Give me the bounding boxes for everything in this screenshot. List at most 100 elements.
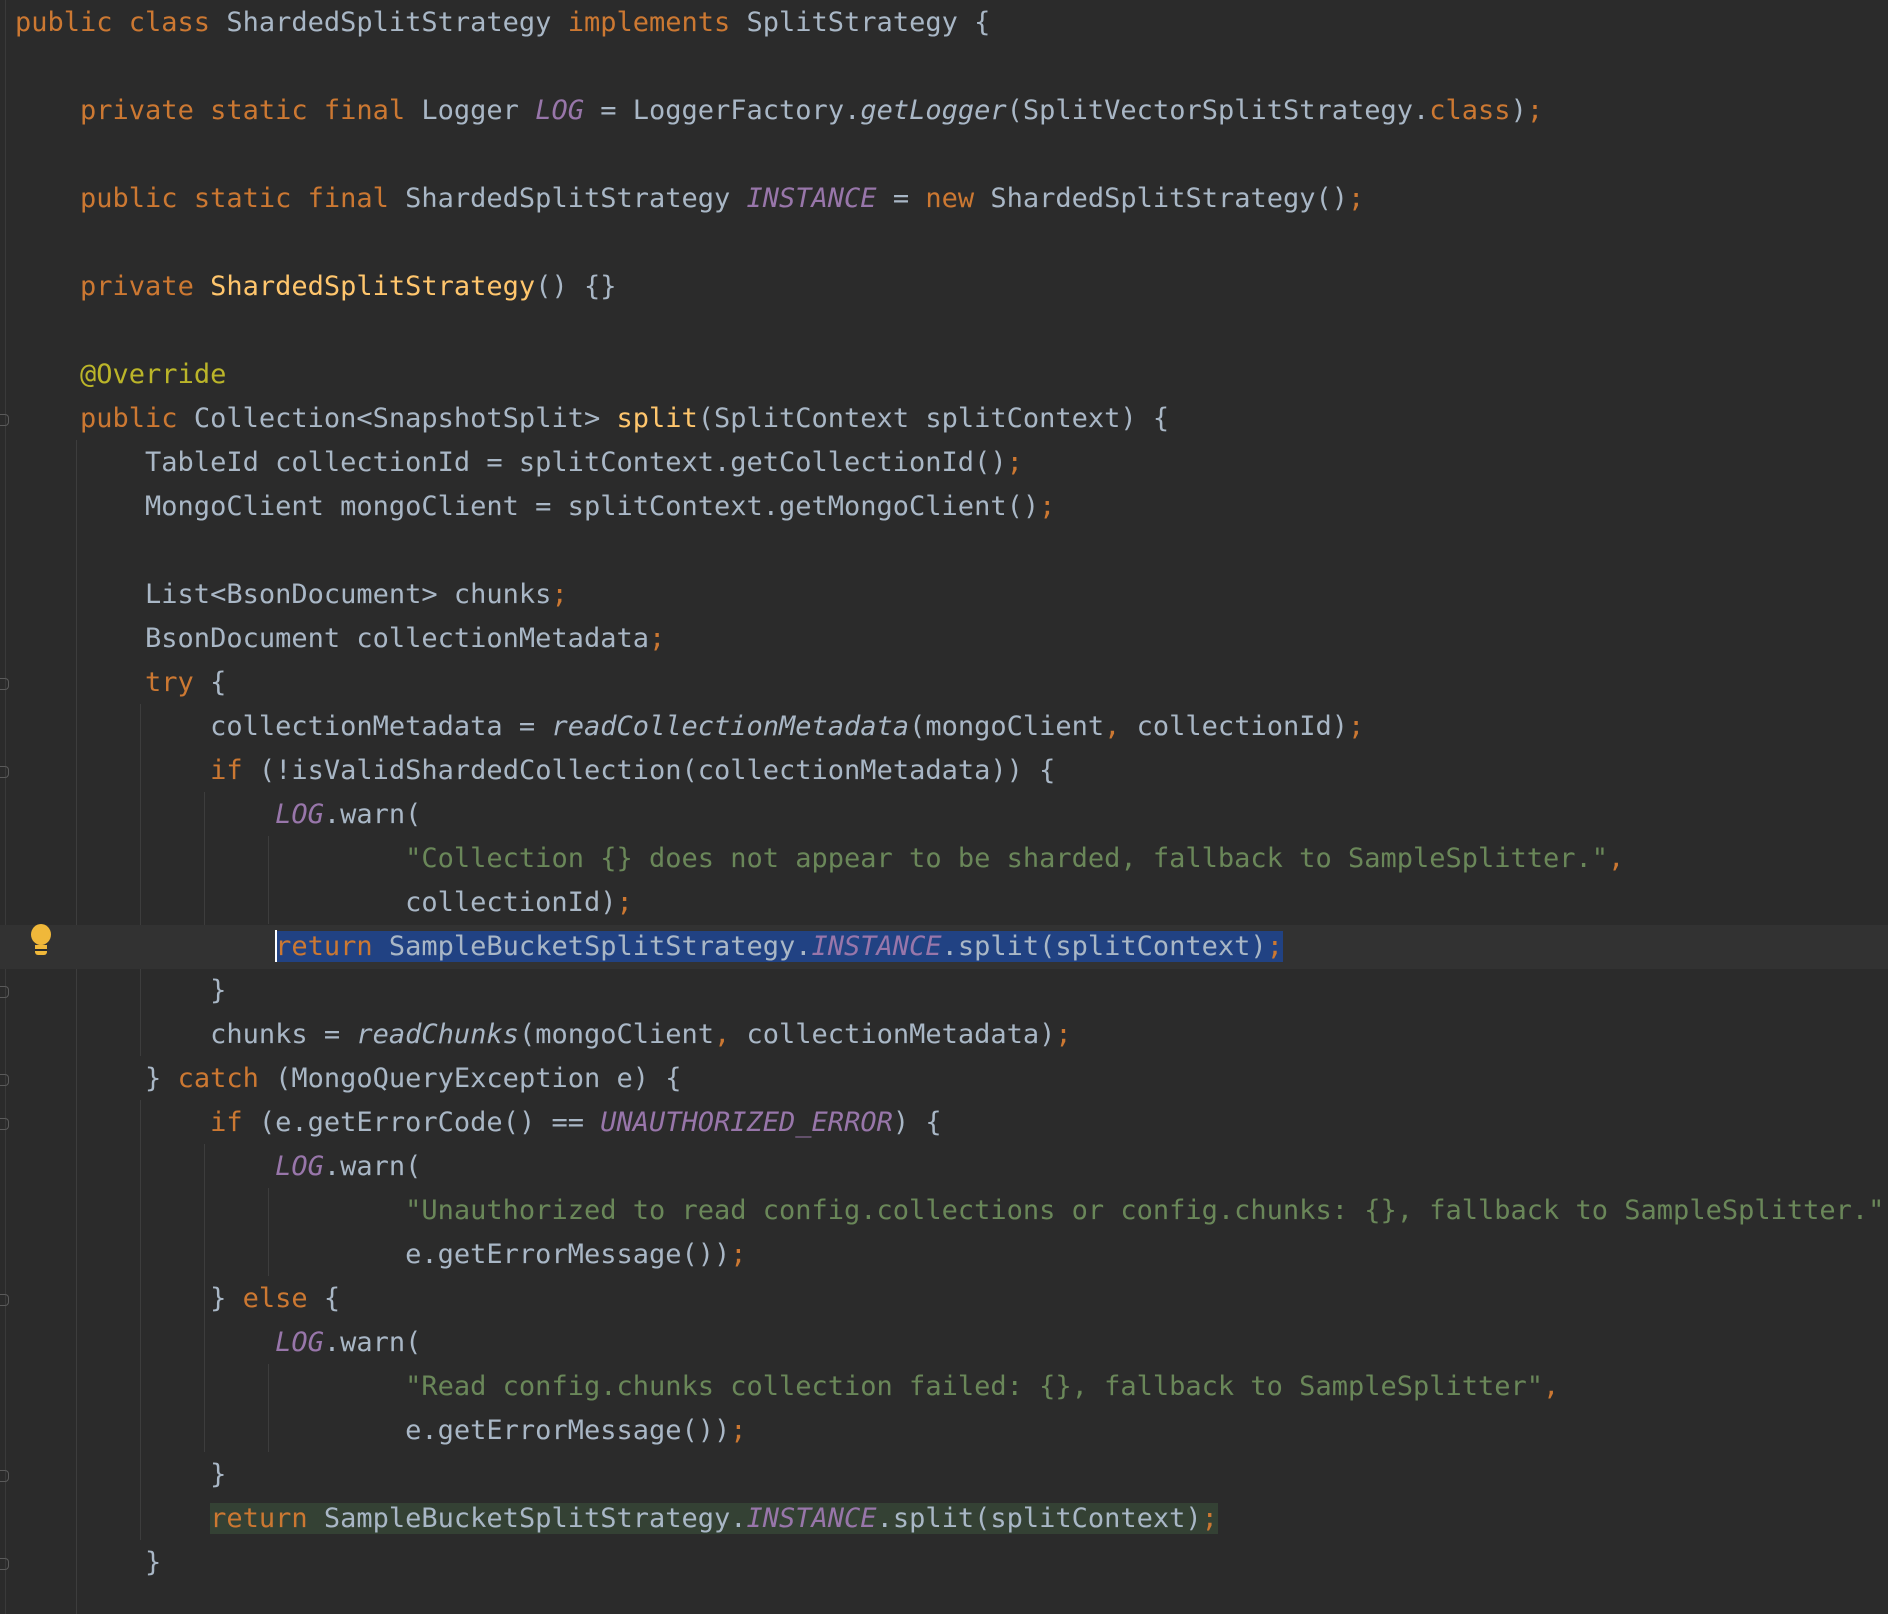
code-line[interactable]: return SampleBucketSplitStrategy.INSTANC…: [0, 925, 1888, 969]
code-line[interactable]: @Override: [15, 353, 226, 397]
code-line[interactable]: collectionMetadata = readCollectionMetad…: [15, 705, 1364, 749]
code-token: .split(splitContext): [941, 931, 1267, 962]
code-token: (!isValidShardedCollection(collectionMet…: [258, 755, 1056, 786]
code-token: () {}: [535, 271, 617, 302]
code-token: .split(splitContext): [876, 1503, 1202, 1534]
gutter-border: [5, 0, 6, 1614]
code-line[interactable]: "Read config.chunks collection failed: {…: [15, 1365, 1559, 1409]
code-line[interactable]: MongoClient mongoClient = splitContext.g…: [15, 485, 1055, 529]
code-token: BsonDocument collectionMetadata: [15, 623, 649, 654]
code-line[interactable]: try {: [15, 661, 226, 705]
code-line[interactable]: BsonDocument collectionMetadata;: [15, 617, 665, 661]
code-line[interactable]: chunks = readChunks(mongoClient, collect…: [15, 1013, 1072, 1057]
code-line[interactable]: e.getErrorMessage());: [15, 1409, 747, 1453]
code-line[interactable]: }: [15, 969, 226, 1013]
code-token: split: [616, 403, 698, 434]
code-token: .warn(: [323, 799, 422, 830]
code-line[interactable]: } else {: [15, 1277, 340, 1321]
code-token: SplitStrategy {: [746, 7, 991, 38]
fold-marker[interactable]: [0, 986, 9, 998]
code-token: ): [1510, 95, 1527, 126]
code-line[interactable]: if (e.getErrorCode() == UNAUTHORIZED_ERR…: [15, 1101, 942, 1145]
code-line[interactable]: private static final Logger LOG = Logger…: [15, 89, 1543, 133]
code-line[interactable]: "Unauthorized to read config.collections…: [15, 1189, 1888, 1233]
code-token: chunks =: [15, 1019, 357, 1050]
code-line[interactable]: private ShardedSplitStrategy() {}: [15, 265, 616, 309]
code-token: ,: [1104, 711, 1137, 742]
code-token: SampleBucketSplitStrategy.: [323, 1503, 747, 1534]
code-line[interactable]: List<BsonDocument> chunks;: [15, 573, 568, 617]
code-line[interactable]: LOG.warn(: [15, 1145, 421, 1189]
fold-marker[interactable]: [0, 1074, 9, 1086]
code-line[interactable]: collectionId);: [15, 881, 633, 925]
code-token: LOG: [275, 1327, 324, 1358]
code-line[interactable]: }: [15, 1541, 161, 1585]
code-token: readCollectionMetadata: [551, 711, 910, 742]
code-line[interactable]: LOG.warn(: [15, 793, 421, 837]
code-token: }: [15, 1547, 162, 1578]
code-token: public: [80, 403, 194, 434]
code-token: if: [210, 755, 259, 786]
code-token: collectionId): [1136, 711, 1348, 742]
code-line[interactable]: if (!isValidShardedCollection(collection…: [15, 749, 1055, 793]
code-editor[interactable]: public class ShardedSplitStrategy implem…: [0, 0, 1888, 1614]
fold-marker[interactable]: [0, 414, 9, 426]
code-token: ,: [1884, 1195, 1888, 1226]
fold-marker[interactable]: [0, 678, 9, 690]
code-line[interactable]: LOG.warn(: [15, 1321, 421, 1365]
code-token: INSTANCE: [811, 931, 942, 962]
code-token: e.getErrorMessage()): [15, 1239, 731, 1270]
code-token: LOG: [275, 799, 324, 830]
code-token: ) {: [892, 1107, 942, 1138]
code-token: ;: [1039, 491, 1056, 522]
code-line[interactable]: e.getErrorMessage());: [15, 1233, 746, 1277]
code-token: "Unauthorized to read config.collections…: [405, 1195, 1885, 1226]
fold-marker[interactable]: [0, 1118, 9, 1130]
code-line[interactable]: TableId collectionId = splitContext.getC…: [15, 441, 1023, 485]
code-token: getLogger: [860, 95, 1007, 126]
code-line[interactable]: public Collection<SnapshotSplit> split(S…: [15, 397, 1169, 441]
code-line[interactable]: }: [15, 1453, 226, 1497]
code-line[interactable]: public static final ShardedSplitStrategy…: [15, 177, 1364, 221]
code-token: LOG: [535, 95, 584, 126]
code-token: private static final: [80, 95, 422, 126]
code-line[interactable]: public class ShardedSplitStrategy implem…: [15, 1, 990, 45]
code-token: (MongoQueryException e) {: [275, 1063, 682, 1094]
lightbulb-icon[interactable]: [28, 924, 54, 960]
code-token: ;: [1006, 447, 1023, 478]
code-token: ;: [730, 1415, 747, 1446]
code-token: public static final: [80, 183, 406, 214]
fold-marker[interactable]: [0, 1294, 9, 1306]
code-token: ,: [1543, 1371, 1560, 1402]
code-token: ShardedSplitStrategy(): [990, 183, 1348, 214]
code-token: ;: [1055, 1019, 1072, 1050]
code-line[interactable]: } catch (MongoQueryException e) {: [15, 1057, 682, 1101]
code-token: ;: [1266, 931, 1283, 962]
code-token: ;: [1348, 183, 1365, 214]
code-token: ;: [1347, 711, 1365, 742]
code-token: TableId collectionId = splitContext.getC…: [15, 447, 1007, 478]
code-token: (SplitContext splitContext) {: [697, 403, 1170, 434]
fold-marker[interactable]: [0, 766, 9, 778]
code-token: INSTANCE: [746, 1503, 877, 1534]
code-token: (e.getErrorCode() ==: [258, 1107, 601, 1138]
code-token: .warn(: [323, 1327, 422, 1358]
fold-marker[interactable]: [0, 1558, 9, 1570]
code-token: (SplitVectorSplitStrategy.: [1006, 95, 1430, 126]
code-token: try: [145, 667, 211, 698]
code-token: implements: [567, 7, 747, 38]
code-token: LOG: [275, 1151, 324, 1182]
code-line[interactable]: return SampleBucketSplitStrategy.INSTANC…: [15, 1497, 1218, 1541]
fold-marker[interactable]: [0, 1470, 9, 1482]
code-line[interactable]: "Collection {} does not appear to be sha…: [15, 837, 1624, 881]
code-token: {: [323, 1283, 341, 1314]
